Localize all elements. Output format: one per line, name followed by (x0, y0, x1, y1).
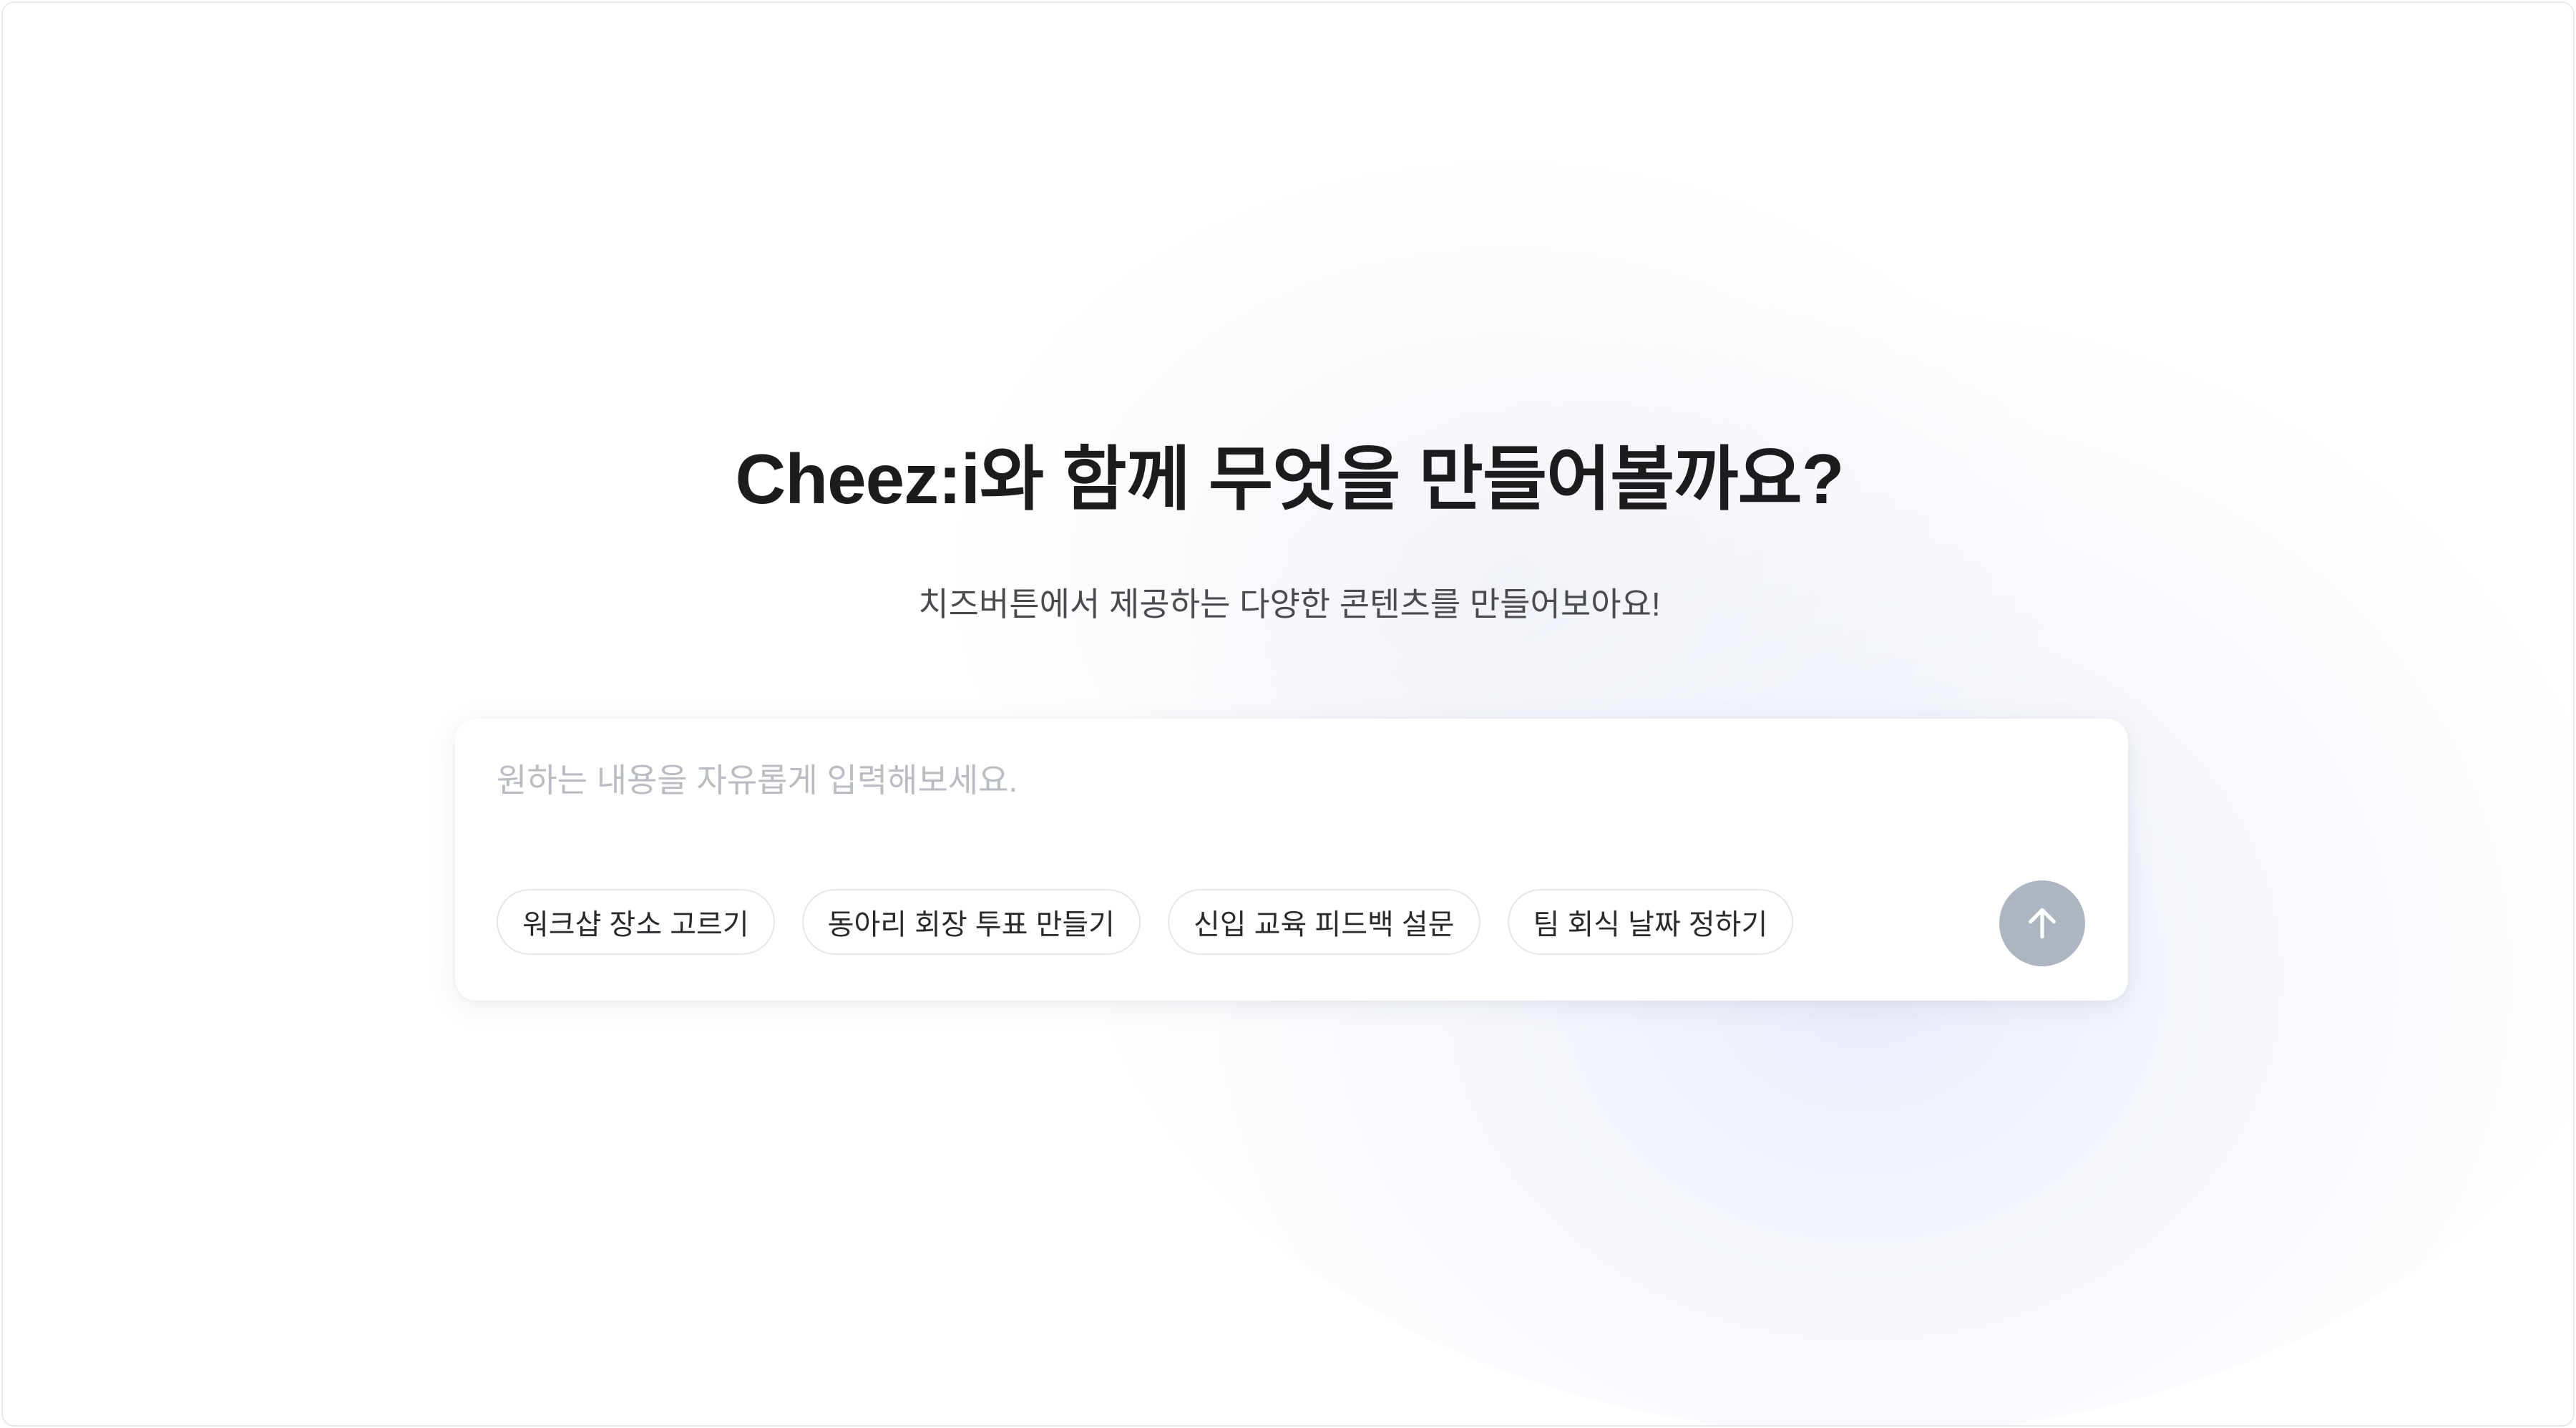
suggestion-chip-label: 동아리 회장 투표 만들기 (827, 909, 1115, 941)
arrow-up-icon (2022, 903, 2062, 943)
prompt-card: 워크샵 장소 고르기 동아리 회장 투표 만들기 신입 교육 피드백 설문 팀 … (455, 719, 2128, 1001)
page-subtitle: 치즈버튼에서 제공하는 다양한 콘텐츠를 만들어보아요! (918, 586, 1661, 623)
suggestion-chips: 워크샵 장소 고르기 동아리 회장 투표 만들기 신입 교육 피드백 설문 팀 … (497, 889, 1794, 955)
prompt-input[interactable] (495, 747, 2072, 813)
suggestion-chip-label: 팀 회식 날짜 정하기 (1533, 909, 1768, 941)
suggestion-chip-workshop-place[interactable]: 워크샵 장소 고르기 (497, 889, 775, 955)
app-window: Cheez:i와 함께 무엇을 만들어볼까요? 치즈버튼에서 제공하는 다양한 … (1, 1, 2575, 1427)
suggestion-chip-team-dinner-date[interactable]: 팀 회식 날짜 정하기 (1507, 889, 1794, 955)
send-button[interactable] (1999, 880, 2085, 966)
page-title: Cheez:i와 함께 무엇을 만들어볼까요? (735, 439, 1845, 518)
suggestion-chip-club-president-vote[interactable]: 동아리 회장 투표 만들기 (801, 889, 1141, 955)
suggestion-chip-onboarding-feedback[interactable]: 신입 교육 피드백 설문 (1167, 889, 1480, 955)
suggestion-chip-label: 신입 교육 피드백 설문 (1193, 909, 1455, 941)
suggestion-chip-label: 워크샵 장소 고르기 (522, 909, 749, 941)
